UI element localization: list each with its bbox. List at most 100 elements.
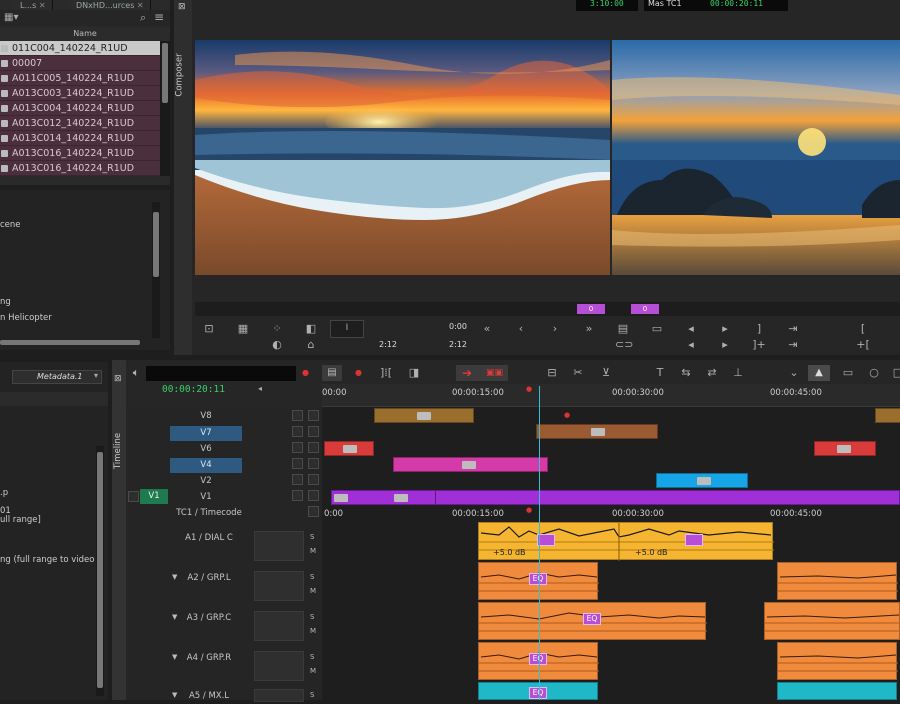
track-v7[interactable]: V7: [170, 426, 242, 441]
align-icon[interactable]: ⇆: [678, 366, 694, 380]
circle-icon[interactable]: ○: [866, 366, 882, 380]
mouse-icon[interactable]: ⌂: [303, 338, 319, 352]
metadata-dropdown[interactable]: Metadata.1 ▾: [12, 370, 102, 384]
clip-a3[interactable]: EQ: [478, 602, 707, 640]
solo-button[interactable]: S: [310, 533, 314, 541]
mark-box[interactable]: I: [330, 320, 364, 338]
red-marker-icon[interactable]: ●: [355, 368, 362, 377]
audio-track-controls[interactable]: [254, 571, 304, 601]
playhead[interactable]: [539, 386, 540, 700]
track-lock-button[interactable]: [292, 410, 303, 421]
track-a5[interactable]: A5 / MX.L: [170, 689, 248, 704]
expand-icon[interactable]: ▼: [172, 653, 177, 661]
record-monitor[interactable]: [612, 40, 900, 275]
back-icon[interactable]: ◂: [683, 338, 699, 352]
track-v8[interactable]: V8: [170, 409, 242, 424]
expand-icon[interactable]: ▼: [172, 691, 177, 699]
swap-icon[interactable]: ⇄: [704, 366, 720, 380]
mono-icon[interactable]: ▭: [840, 366, 856, 380]
clip-a5-end[interactable]: [777, 682, 897, 700]
track-monitor-button[interactable]: [308, 490, 319, 501]
solo-button[interactable]: S: [310, 653, 314, 661]
in-plus-icon[interactable]: +[: [855, 338, 871, 352]
info-scrollbar[interactable]: [152, 202, 160, 338]
track-lock-button[interactable]: [292, 490, 303, 501]
track-a2[interactable]: A2 / GRP.L: [170, 571, 248, 586]
track-v2[interactable]: V2: [170, 474, 242, 489]
clip-a5[interactable]: EQ: [478, 682, 598, 700]
split-icon[interactable]: ◧: [303, 322, 319, 336]
text-tool-icon[interactable]: T: [652, 366, 668, 380]
track-monitor-button[interactable]: [308, 410, 319, 421]
clip-a2[interactable]: EQ: [478, 562, 599, 600]
track-tc1[interactable]: TC1 / Timecode: [170, 506, 248, 521]
source-monitor[interactable]: [195, 40, 610, 275]
mark-out-icon[interactable]: ]: [751, 322, 767, 336]
metadata-scrollbar[interactable]: [96, 446, 104, 696]
metadata-scroll-thumb[interactable]: [97, 452, 103, 688]
clip-v1[interactable]: [331, 490, 900, 505]
bin-column-header[interactable]: Name: [0, 28, 170, 40]
bin-item[interactable]: A013C016_140224_R1UD: [0, 146, 160, 161]
bin-item[interactable]: A013C004_140224_R1UD: [0, 101, 160, 116]
clip-v2[interactable]: [656, 473, 748, 488]
lift-extract-buttons[interactable]: ➔ ▣▣: [456, 365, 508, 381]
track-monitor-button[interactable]: [308, 506, 319, 517]
solo-button[interactable]: S: [310, 691, 314, 699]
video-quality-icon[interactable]: ⊡: [201, 322, 217, 336]
info-hscroll-thumb[interactable]: [0, 340, 140, 345]
eq-badge[interactable]: EQ: [583, 613, 601, 625]
eq-badge[interactable]: EQ: [529, 653, 547, 665]
tree-icon[interactable]: ⊻: [598, 366, 614, 380]
bin-scroll-thumb[interactable]: [162, 43, 168, 103]
mute-button[interactable]: M: [310, 667, 316, 675]
clip-v8-end[interactable]: [875, 408, 900, 423]
clip-v6-end[interactable]: [814, 441, 876, 456]
play-icon[interactable]: ›: [547, 322, 563, 336]
bin-item[interactable]: 00007: [0, 56, 160, 71]
audio-track-controls[interactable]: [254, 689, 304, 702]
eq-badge[interactable]: [685, 534, 703, 546]
clip-v7[interactable]: [536, 424, 658, 439]
composer-side-tab[interactable]: Composer ⊠: [174, 0, 192, 355]
close-icon[interactable]: ⊠: [114, 374, 122, 384]
bin-item[interactable]: A013C014_140224_R1UD: [0, 131, 160, 146]
source-toggle[interactable]: [128, 491, 139, 502]
waveform-icon[interactable]: ⌄: [786, 366, 802, 380]
track-a3[interactable]: A3 / GRP.C: [170, 611, 248, 626]
go-to-icon[interactable]: ⇥: [785, 322, 801, 336]
close-icon[interactable]: ⊠: [178, 2, 186, 12]
audio-track-controls[interactable]: [254, 651, 304, 681]
clip-a3-end[interactable]: [764, 602, 900, 640]
square-icon[interactable]: □: [890, 366, 900, 380]
info-scroll-thumb[interactable]: [153, 212, 159, 277]
monitor-icon[interactable]: ▭: [649, 322, 665, 336]
clip-a1[interactable]: +5.0 dB +5.0 dB: [478, 522, 774, 561]
grid-icon[interactable]: ▦: [235, 322, 251, 336]
clip-a2-end[interactable]: [777, 562, 898, 600]
step-back-icon[interactable]: ‹: [513, 322, 529, 336]
track-monitor-button[interactable]: [308, 474, 319, 485]
dual-monitor-icon[interactable]: ▤: [615, 322, 631, 336]
timeline-ruler[interactable]: 00:00 00:00:15:00 00:00:30:00 00:00:45:0…: [322, 384, 900, 407]
expand-icon[interactable]: ▼: [172, 573, 177, 581]
scissors-icon[interactable]: ✂: [570, 366, 586, 380]
end-icon[interactable]: ⇥: [785, 338, 801, 352]
track-a1[interactable]: A1 / DIAL C: [170, 531, 248, 546]
track-lock-button[interactable]: [292, 426, 303, 437]
search-icon[interactable]: ⌕: [140, 11, 146, 25]
record-track-v1-button[interactable]: V1: [140, 489, 168, 504]
bin-scrollbar[interactable]: [160, 41, 170, 176]
bin-item[interactable]: A013C003_140224_R1UD: [0, 86, 160, 101]
forward-icon[interactable]: ▸: [717, 338, 733, 352]
clip-v8[interactable]: [374, 408, 474, 423]
position-bar[interactable]: 0 0: [195, 302, 900, 316]
solo-button[interactable]: S: [310, 613, 314, 621]
speaker-icon[interactable]: 🔈︎: [128, 366, 144, 380]
audio-icon[interactable]: ◐: [269, 338, 285, 352]
segment-icon[interactable]: ◨: [406, 366, 422, 380]
clip-v4[interactable]: [393, 457, 548, 472]
track-v6[interactable]: V6: [170, 442, 242, 457]
source-marker[interactable]: 0: [577, 304, 605, 314]
timeline-side-tab[interactable]: ⊠ Timeline: [112, 360, 126, 700]
